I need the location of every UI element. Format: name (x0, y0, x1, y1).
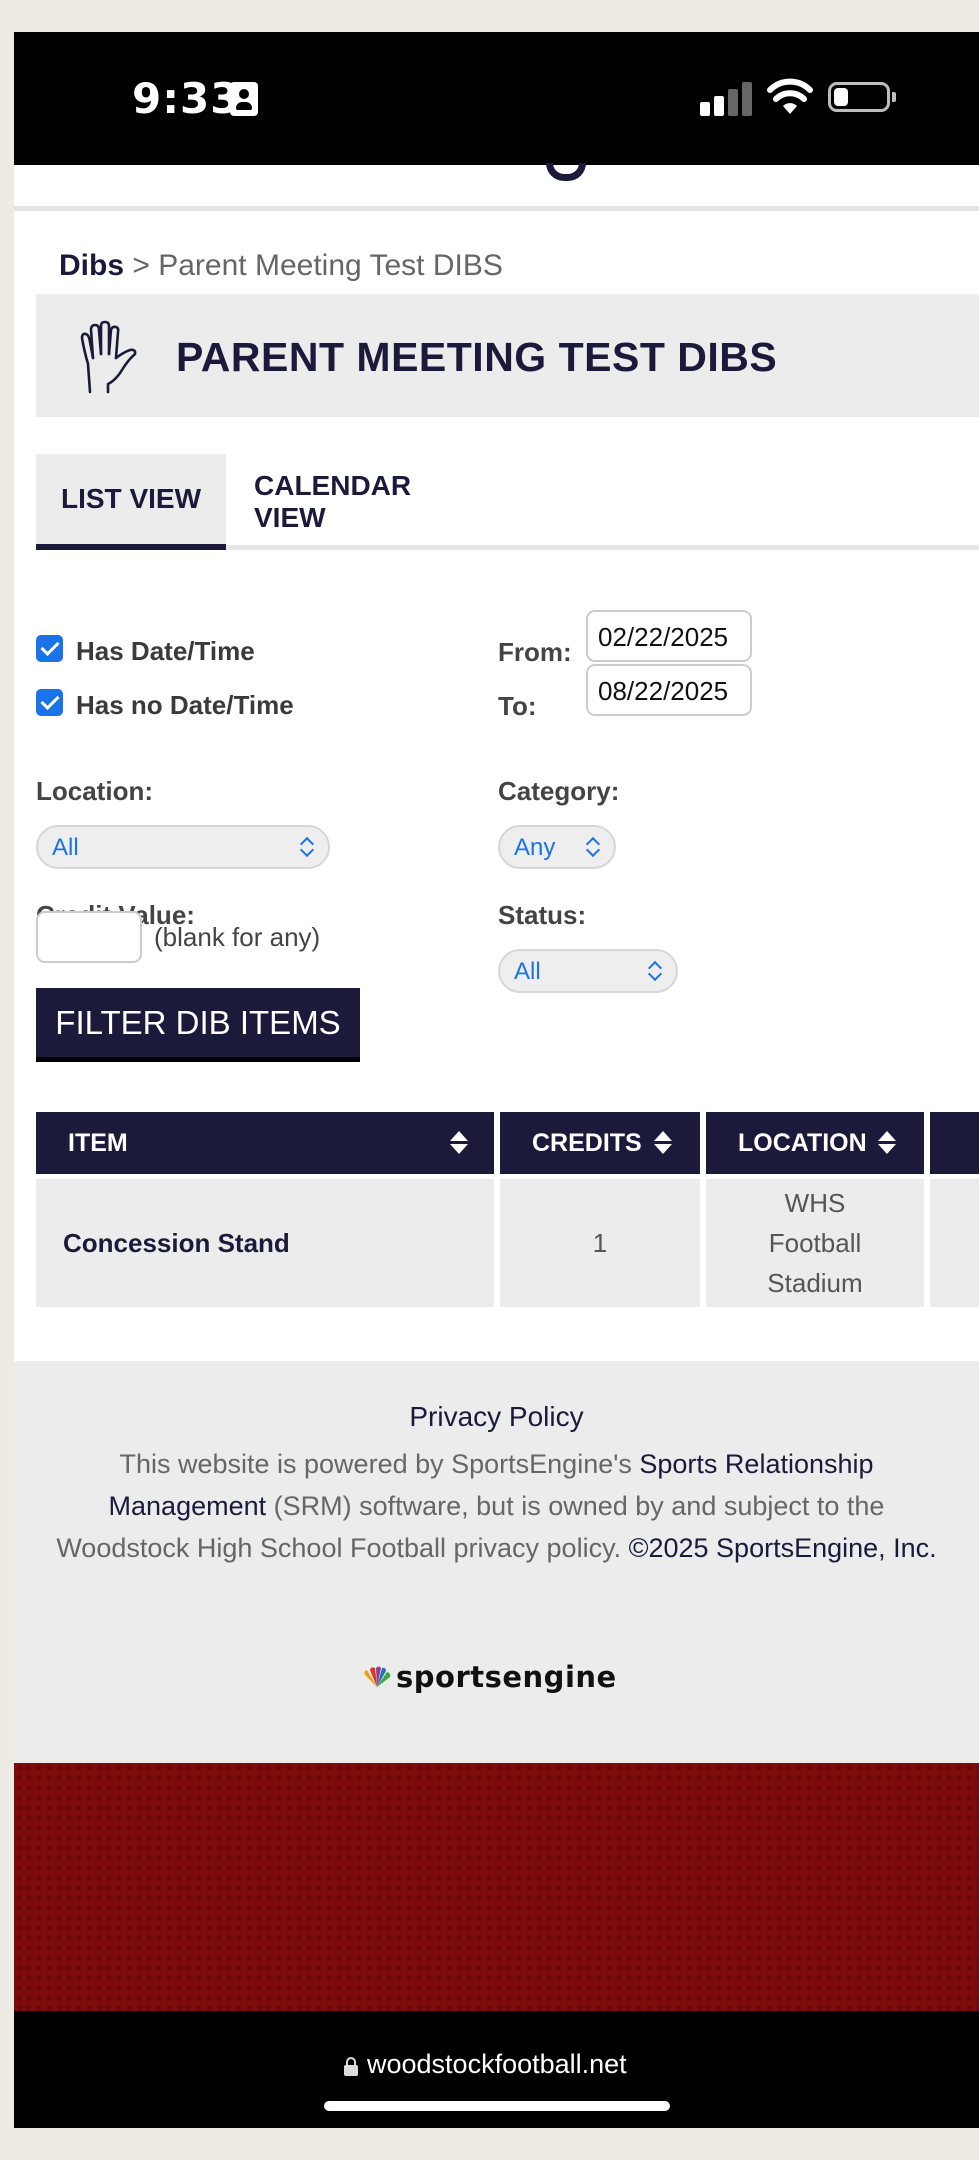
site-header (14, 163, 979, 209)
wifi-icon (767, 78, 813, 114)
powered-by-text: This website is powered by SportsEngine'… (54, 1443, 939, 1569)
status-label: Status: (498, 900, 587, 930)
status-select[interactable]: All (498, 949, 678, 993)
status-selected-value: All (514, 958, 541, 985)
browser-url-bar[interactable]: woodstockfootball.net (14, 2011, 979, 2128)
select-arrows-icon (586, 837, 600, 857)
item-credits: 1 (592, 1227, 608, 1258)
select-arrows-icon (300, 837, 314, 857)
copyright-link[interactable]: ©2025 SportsEngine, Inc. (629, 1533, 937, 1563)
sportsengine-logo[interactable]: sportsengine (362, 1659, 617, 1695)
filter-dib-items-button[interactable]: FILTER DIB ITEMS (36, 988, 360, 1062)
view-tabs: LIST VIEW CALENDAR VIEW (36, 454, 979, 550)
column-header-location-label: LOCATION (738, 1128, 867, 1157)
battery-tip (892, 92, 896, 102)
table-row-credits-cell: 1 (500, 1179, 700, 1307)
column-header-item[interactable]: ITEM (36, 1112, 494, 1174)
status-bar: 9:33 (14, 32, 979, 165)
sort-icon (878, 1131, 896, 1155)
breadcrumb: Dibs > Parent Meeting Test DIBS (59, 249, 503, 283)
item-location-line: WHS (784, 1188, 846, 1218)
lock-icon (344, 2057, 358, 2076)
category-selected-value: Any (514, 834, 556, 861)
tab-calendar-view[interactable]: CALENDAR VIEW (246, 454, 486, 550)
from-date-input[interactable]: 02/22/2025 (586, 610, 752, 662)
table-row-item-cell[interactable]: Concession Stand (36, 1179, 494, 1307)
to-date-input[interactable]: 08/22/2025 (586, 664, 752, 716)
has-no-date-time-label: Has no Date/Time (76, 690, 294, 720)
item-location-line: Football (768, 1228, 862, 1258)
sort-icon (654, 1131, 672, 1155)
column-header-credits[interactable]: CREDITS (500, 1112, 700, 1174)
powered-by-prefix: This website is powered by SportsEngine'… (119, 1449, 640, 1479)
column-header-item-label: ITEM (68, 1128, 128, 1157)
column-header-location[interactable]: LOCATION (706, 1112, 924, 1174)
site-title-fragment (546, 163, 586, 181)
from-label: From: (498, 637, 572, 667)
url-domain: woodstockfootball.net (367, 2049, 627, 2079)
phone-screen: 9:33 Dibs > Parent Meeting Test DIBS PAR… (14, 32, 979, 2128)
has-date-time-label: Has Date/Time (76, 636, 255, 666)
breadcrumb-dibs-link[interactable]: Dibs (59, 249, 124, 282)
item-name: Concession Stand (63, 1227, 290, 1258)
battery-icon (828, 82, 890, 112)
table-row-overflow-cell (930, 1179, 979, 1307)
column-header-overflow (930, 1112, 979, 1174)
category-select[interactable]: Any (498, 825, 616, 869)
nbc-peacock-icon (364, 1666, 391, 1687)
page-title: PARENT MEETING TEST DIBS (176, 334, 778, 380)
decorative-band (14, 1763, 979, 2011)
item-location-line: Stadium (767, 1268, 863, 1298)
cellular-signal-icon (700, 80, 760, 116)
site-footer: Privacy Policy This website is powered b… (14, 1361, 979, 1763)
sportsengine-wordmark: sportsengine (396, 1660, 617, 1694)
has-no-date-time-checkbox[interactable] (36, 689, 63, 716)
select-arrows-icon (648, 961, 662, 981)
status-time: 9:33 (132, 74, 241, 123)
credit-value-input[interactable] (36, 911, 142, 963)
header-divider (14, 206, 979, 211)
category-label: Category: (498, 776, 620, 806)
table-row-location-cell: WHS Football Stadium (706, 1179, 924, 1307)
has-date-time-checkbox[interactable] (36, 635, 63, 662)
breadcrumb-separator: > (132, 249, 150, 282)
home-indicator[interactable] (324, 2101, 670, 2111)
location-selected-value: All (52, 834, 79, 861)
credit-value-hint: (blank for any) (154, 922, 321, 952)
sort-icon (450, 1131, 468, 1155)
to-label: To: (498, 691, 537, 721)
column-header-credits-label: CREDITS (532, 1128, 642, 1157)
raised-hand-icon (80, 320, 137, 394)
location-select[interactable]: All (36, 825, 330, 869)
tab-list-view[interactable]: LIST VIEW (36, 454, 226, 550)
privacy-policy-link[interactable]: Privacy Policy (14, 1401, 979, 1433)
page-header: PARENT MEETING TEST DIBS (36, 294, 979, 417)
location-label: Location: (36, 776, 153, 806)
breadcrumb-current: Parent Meeting Test DIBS (158, 249, 503, 282)
contact-card-icon (230, 82, 258, 116)
